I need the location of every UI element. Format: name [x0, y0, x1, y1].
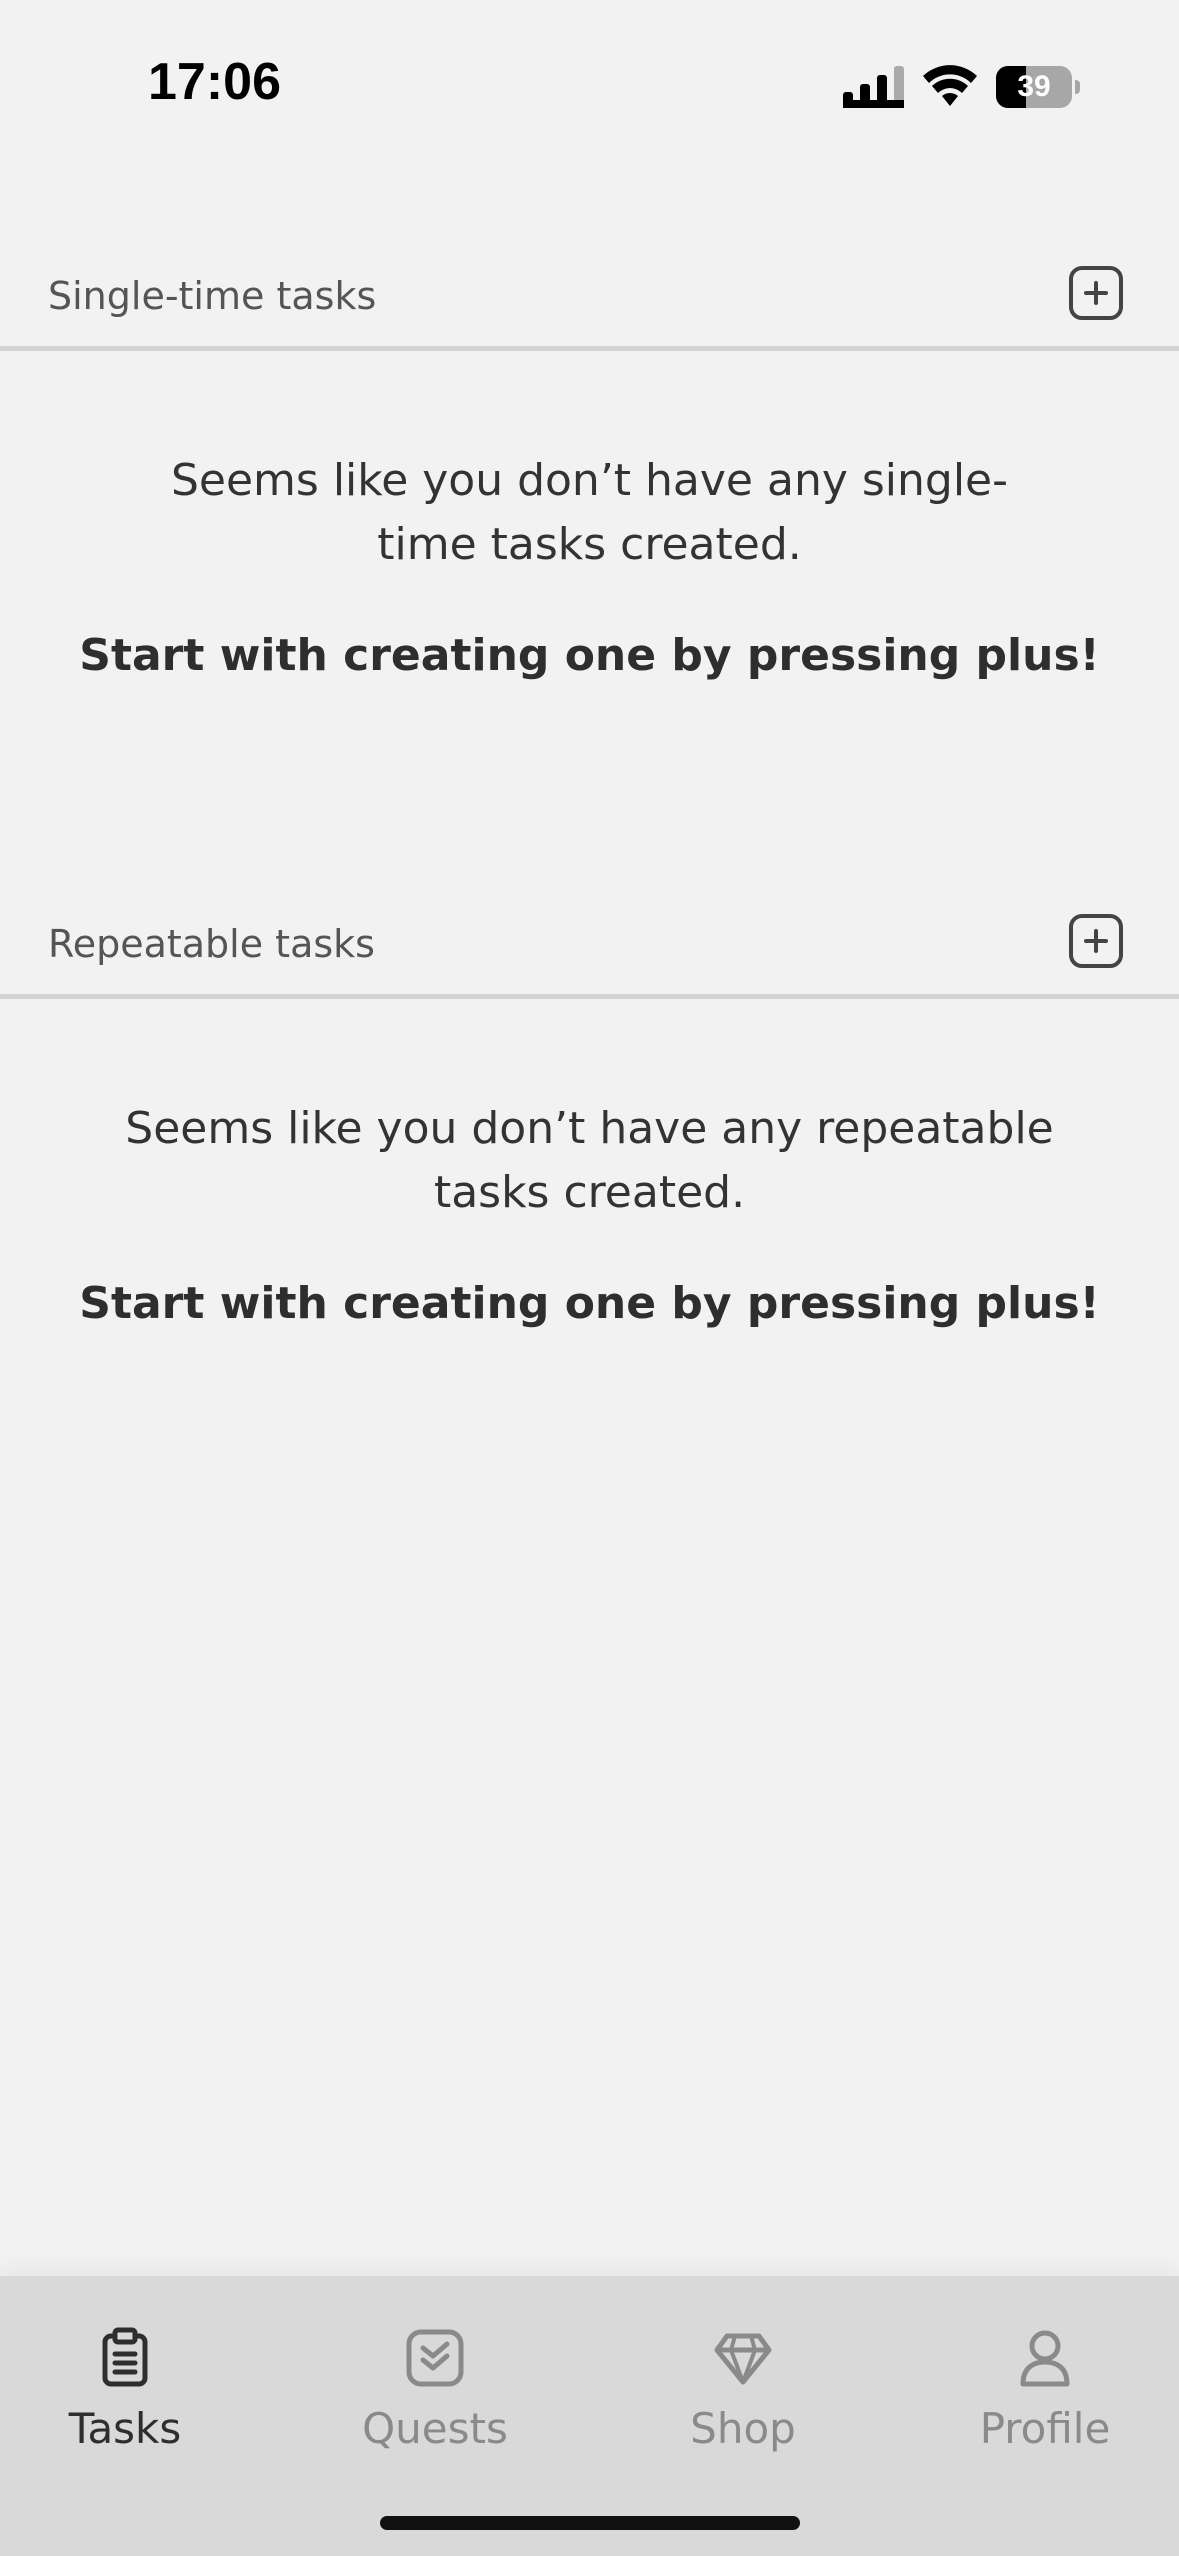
tab-tasks[interactable]: Tasks	[0, 2326, 250, 2476]
repeatable-tasks-header: Repeatable tasks	[0, 904, 1179, 999]
wifi-icon	[923, 65, 977, 106]
tab-profile-label: Profile	[979, 2404, 1111, 2453]
cellular-signal-icon	[843, 66, 904, 108]
user-icon	[1020, 2330, 1070, 2387]
battery-level: 39	[1017, 70, 1051, 103]
tab-shop[interactable]: Shop	[618, 2326, 868, 2476]
single-time-tasks-header: Single-time tasks	[0, 256, 1179, 351]
section-title-single-time: Single-time tasks	[48, 274, 377, 318]
add-repeatable-task-button[interactable]	[1069, 914, 1123, 968]
tab-quests-label: Quests	[362, 2404, 508, 2453]
clipboard-icon	[102, 2327, 148, 2387]
add-single-time-task-button[interactable]	[1069, 266, 1123, 320]
home-indicator[interactable]	[380, 2516, 800, 2530]
battery-indicator: 39	[996, 66, 1080, 108]
repeatable-empty-message: Seems like you don’t have any repeatable…	[125, 1103, 1054, 1218]
tab-tasks-label: Tasks	[68, 2404, 182, 2453]
repeatable-empty-cta: Start with creating one by pressing plus…	[79, 1278, 1100, 1329]
tab-bar: Tasks Quests Shop Profile	[0, 2276, 1179, 2556]
tab-shop-label: Shop	[690, 2404, 796, 2453]
status-time: 17:06	[148, 53, 281, 111]
tab-profile[interactable]: Profile	[920, 2326, 1170, 2476]
section-title-repeatable: Repeatable tasks	[48, 922, 375, 966]
check-square-icon	[406, 2329, 464, 2387]
single-time-empty-message: Seems like you don’t have any single- ti…	[170, 455, 1008, 570]
diamond-icon	[714, 2333, 772, 2385]
tab-quests[interactable]: Quests	[310, 2326, 560, 2476]
single-time-empty-cta: Start with creating one by pressing plus…	[79, 630, 1100, 681]
status-bar: 17:06 39	[0, 0, 1179, 160]
